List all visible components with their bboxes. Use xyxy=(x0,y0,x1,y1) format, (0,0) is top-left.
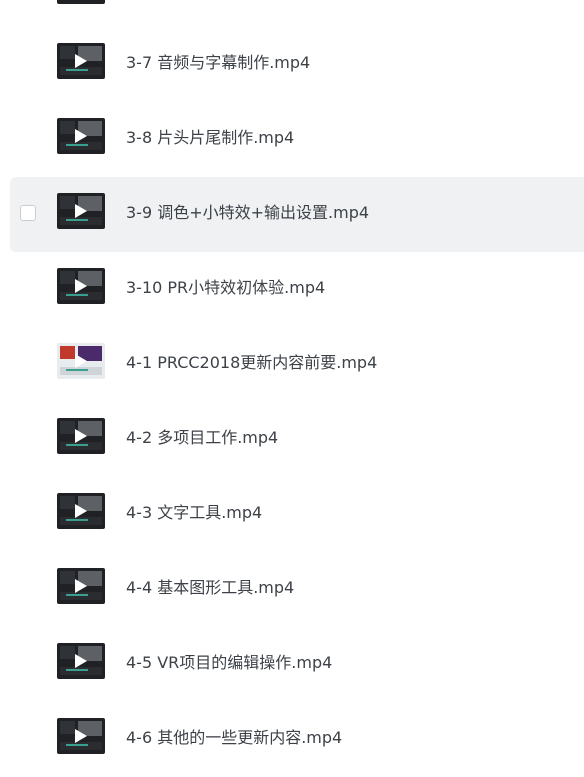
thumbnail-panel xyxy=(60,346,75,359)
video-thumbnail xyxy=(57,568,105,604)
video-thumbnail xyxy=(57,343,105,379)
thumbnail-panel xyxy=(60,46,75,59)
video-thumbnail xyxy=(57,418,105,454)
file-row[interactable]: 4-6 其他的一些更新内容.mp4 xyxy=(0,702,584,777)
file-name[interactable]: 4-5 VR项目的编辑操作.mp4 xyxy=(126,652,332,674)
thumbnail-timeline xyxy=(60,67,102,75)
video-thumbnail xyxy=(57,268,105,304)
file-row[interactable]: 4-3 文字工具.mp4 xyxy=(0,477,584,552)
thumbnail-timeline xyxy=(60,142,102,150)
file-row[interactable]: 4-4 基本图形工具.mp4 xyxy=(0,552,584,627)
video-thumbnail xyxy=(57,193,105,229)
play-icon xyxy=(75,354,87,368)
play-icon xyxy=(75,579,87,593)
file-row[interactable]: 4-1 PRCC2018更新内容前要.mp4 xyxy=(0,327,584,402)
thumbnail-timeline xyxy=(60,217,102,225)
play-icon xyxy=(75,729,87,743)
video-thumbnail xyxy=(57,43,105,79)
thumbnail-timeline xyxy=(60,742,102,750)
thumbnail-panel xyxy=(60,571,75,584)
file-name[interactable]: 3-8 片头片尾制作.mp4 xyxy=(126,127,294,149)
thumbnail-panel xyxy=(60,721,75,734)
play-icon xyxy=(75,204,87,218)
play-icon xyxy=(75,129,87,143)
file-row[interactable]: 4-5 VR项目的编辑操作.mp4 xyxy=(0,627,584,702)
thumbnail-timeline xyxy=(60,592,102,600)
video-thumbnail xyxy=(57,643,105,679)
file-name[interactable]: 3-9 调色+小特效+输出设置.mp4 xyxy=(126,202,369,224)
file-list: 3-7 音频与字幕制作.mp4 3-8 片头片尾制作.mp4 3-9 调色+小特… xyxy=(0,0,584,777)
file-name[interactable]: 4-2 多项目工作.mp4 xyxy=(126,427,278,449)
file-row-hovered[interactable]: 3-9 调色+小特效+输出设置.mp4 xyxy=(10,177,584,252)
thumbnail-panel xyxy=(60,421,75,434)
play-icon xyxy=(75,429,87,443)
file-name[interactable]: 4-4 基本图形工具.mp4 xyxy=(126,577,294,599)
file-row[interactable] xyxy=(0,0,584,27)
thumbnail-panel xyxy=(60,496,75,509)
file-row[interactable]: 4-2 多项目工作.mp4 xyxy=(0,402,584,477)
video-thumbnail xyxy=(57,718,105,754)
thumbnail-timeline xyxy=(60,442,102,450)
file-name[interactable]: 4-3 文字工具.mp4 xyxy=(126,502,262,524)
thumbnail-timeline xyxy=(60,517,102,525)
thumbnail-timeline xyxy=(60,292,102,300)
video-thumbnail xyxy=(57,0,105,4)
file-name[interactable]: 4-6 其他的一些更新内容.mp4 xyxy=(126,727,342,749)
file-name[interactable]: 3-10 PR小特效初体验.mp4 xyxy=(126,277,325,299)
file-checkbox[interactable] xyxy=(20,205,36,221)
video-thumbnail xyxy=(57,118,105,154)
file-row[interactable]: 3-10 PR小特效初体验.mp4 xyxy=(0,252,584,327)
thumbnail-panel xyxy=(60,196,75,209)
thumbnail-timeline xyxy=(60,667,102,675)
play-icon xyxy=(75,654,87,668)
thumbnail-panel xyxy=(60,646,75,659)
file-row[interactable]: 3-8 片头片尾制作.mp4 xyxy=(0,102,584,177)
file-row[interactable]: 3-7 音频与字幕制作.mp4 xyxy=(0,27,584,102)
thumbnail-panel xyxy=(60,271,75,284)
play-icon xyxy=(75,279,87,293)
video-thumbnail xyxy=(57,493,105,529)
thumbnail-panel xyxy=(60,121,75,134)
thumbnail-timeline xyxy=(60,367,102,375)
file-name[interactable]: 3-7 音频与字幕制作.mp4 xyxy=(126,52,310,74)
play-icon xyxy=(75,504,87,518)
file-name[interactable]: 4-1 PRCC2018更新内容前要.mp4 xyxy=(126,352,377,374)
play-icon xyxy=(75,54,87,68)
